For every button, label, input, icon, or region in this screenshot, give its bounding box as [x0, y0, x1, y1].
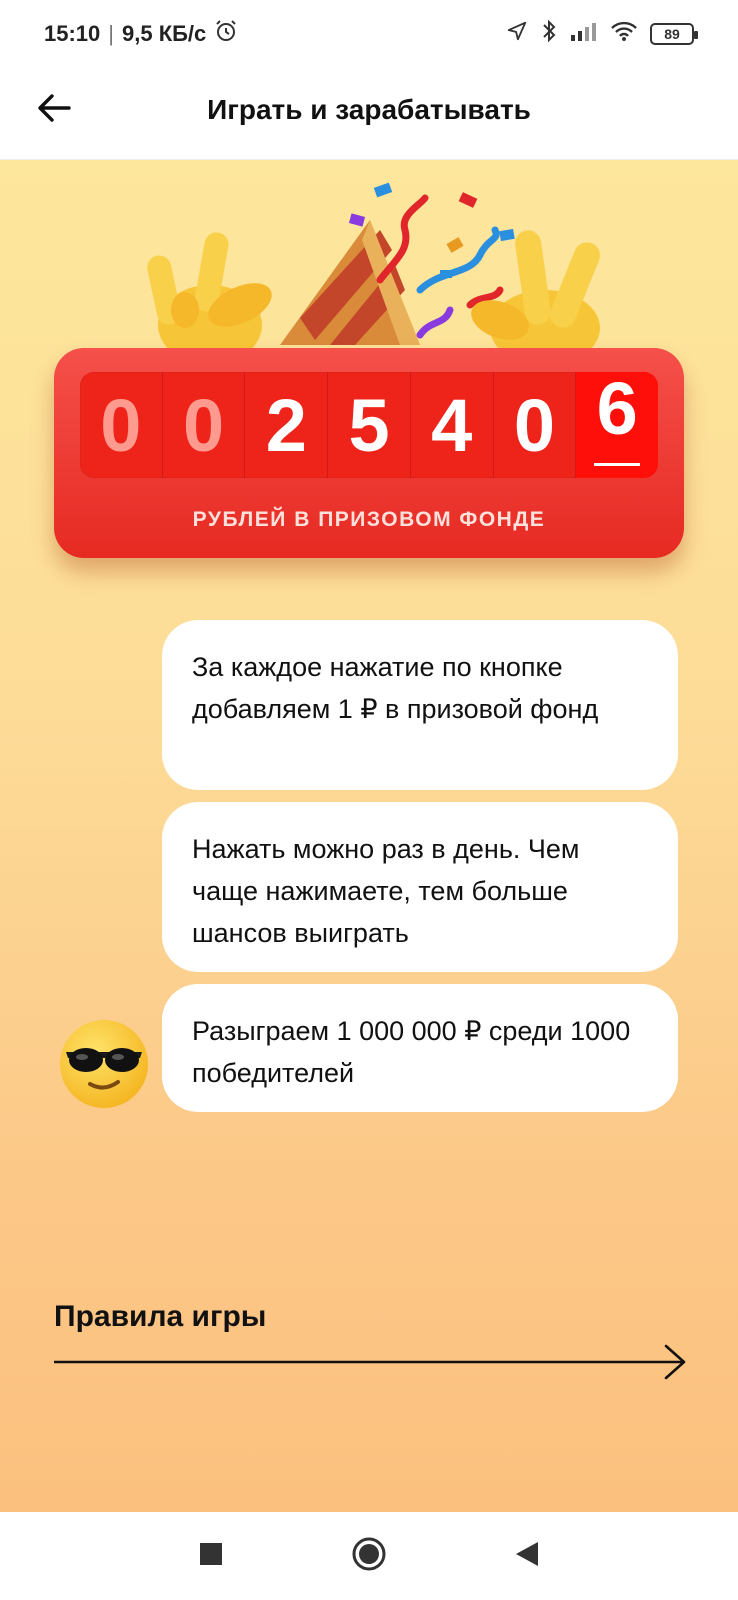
counter-digit: 0 [494, 372, 577, 478]
counter-caption: РУБЛЕЙ В ПРИЗОВОМ ФОНДЕ [192, 508, 546, 531]
status-left: 15:10 | 9,5 КБ/с [44, 19, 238, 49]
party-cone-icon [280, 220, 420, 345]
home-circle-icon [351, 1536, 387, 1577]
wifi-icon [610, 20, 638, 48]
counter-digit: 4 [411, 372, 494, 478]
counter-digit-rolling: 6 [576, 372, 658, 478]
status-time: 15:10 [44, 21, 101, 46]
rules-link[interactable]: Правила игры [54, 1300, 690, 1390]
chat-message: Разыграем 1 000 000 ₽ среди 1000 победит… [162, 984, 678, 1112]
counter-digit: 0 [80, 372, 163, 478]
chat-message: За каждое нажатие по кнопке добавляем 1 … [162, 620, 678, 790]
chat-message: Нажать можно раз в день. Чем чаще нажима… [162, 802, 678, 972]
rock-hand-emoji-icon [147, 232, 272, 360]
prize-counter: 0 0 2 5 4 0 6 РУБЛЕЙ В ПРИЗОВОМ ФОНДЕ [54, 348, 684, 558]
system-nav-bar [0, 1512, 738, 1600]
back-nav-button[interactable] [503, 1532, 551, 1580]
battery-icon: 89 [650, 23, 698, 45]
celebration-illustration [147, 182, 600, 360]
alarm-icon [214, 19, 238, 49]
status-speed: 9,5 КБ/с [122, 21, 207, 46]
back-triangle-icon [514, 1540, 540, 1573]
counter-digit: 2 [245, 372, 329, 478]
location-icon [506, 20, 528, 48]
page-title: Играть и зарабатывать [207, 94, 531, 125]
bluetooth-icon [540, 19, 558, 49]
sunglasses-emoji-icon [60, 1020, 148, 1108]
status-separator: | [108, 21, 114, 46]
status-bar: 15:10 | 9,5 КБ/с 89 [0, 0, 738, 68]
status-right: 89 [506, 19, 698, 49]
signal-icon [570, 21, 598, 47]
rules-label: Правила игры [54, 1300, 267, 1333]
recents-square-icon [199, 1542, 223, 1571]
game-screen: 0 0 2 5 4 0 6 РУБЛЕЙ В ПРИЗОВОМ ФОНДЕ За… [0, 160, 738, 1512]
counter-digits: 0 0 2 5 4 0 6 [80, 372, 658, 478]
home-button[interactable] [345, 1532, 393, 1580]
arrow-right-icon [54, 1344, 686, 1380]
counter-digit: 5 [328, 372, 411, 478]
recents-button[interactable] [187, 1532, 235, 1580]
app-header: Играть и зарабатывать [0, 68, 738, 160]
counter-digit: 0 [163, 372, 246, 478]
